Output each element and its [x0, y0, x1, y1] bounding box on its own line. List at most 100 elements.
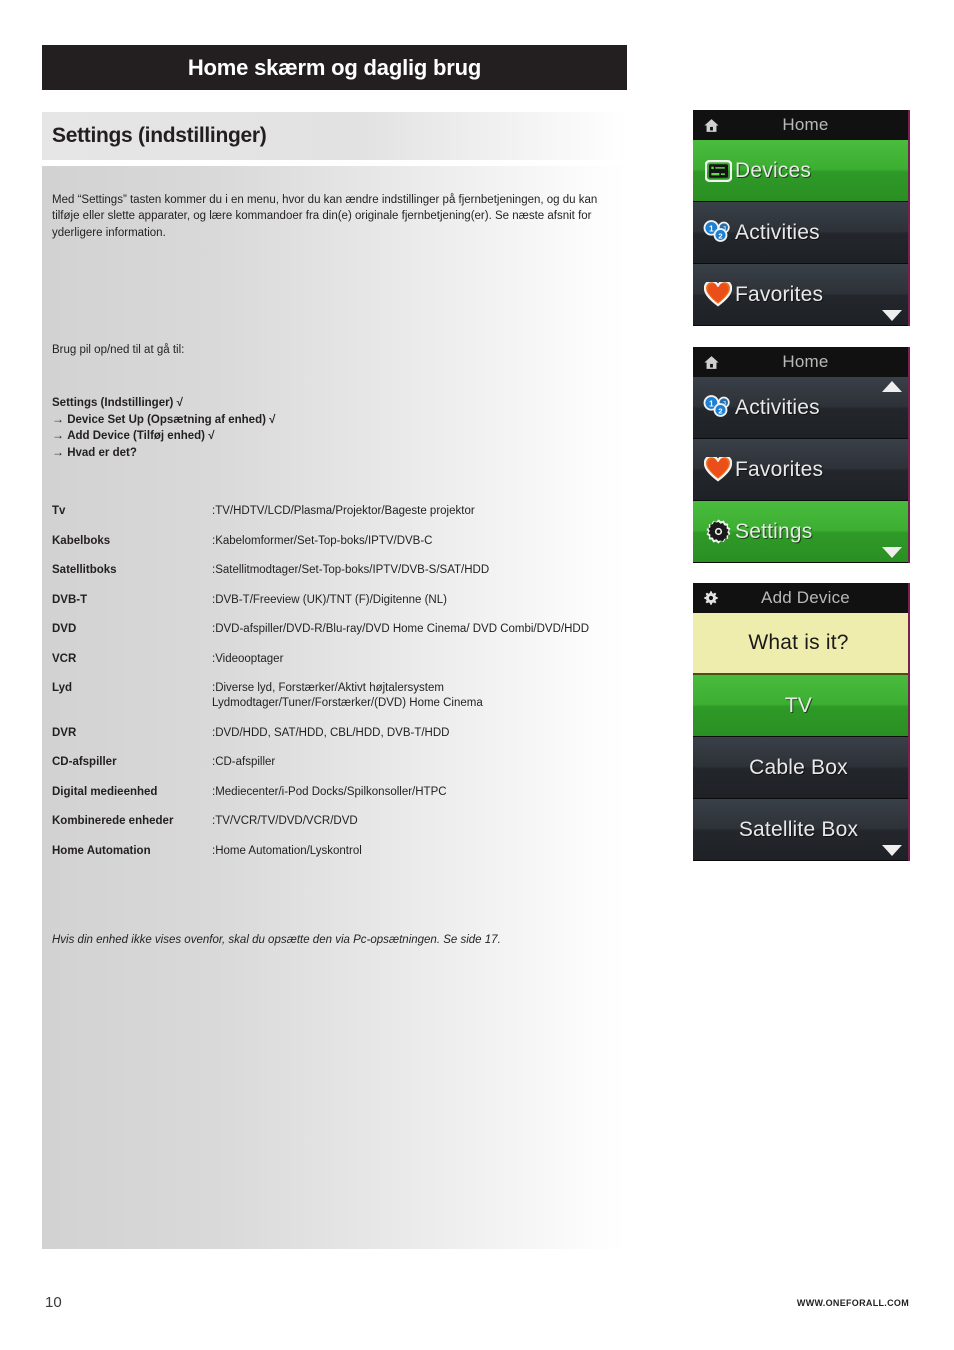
screen-menu-item[interactable]: What is it? — [693, 613, 908, 675]
screen-menu-item-label: Settings — [735, 519, 813, 543]
nav-step: → Hvad er det? — [52, 445, 275, 462]
screen-title: Home — [782, 352, 829, 371]
device-type-row: Kabelboks :Kabelomformer/Set-Top-boks/IPT… — [52, 534, 622, 549]
screen-menu-item[interactable]: 1 2 3 Activities — [693, 377, 908, 439]
screen-menu-item-label: What is it? — [748, 631, 849, 654]
intro-paragraph: Med “Settings” tasten kommer du i en men… — [52, 193, 598, 239]
device-type-name: DVB-T — [52, 593, 88, 606]
device-type-row: DVR :DVD/HDD, SAT/HDD, CBL/HDD, DVB-T/HDD — [52, 726, 622, 741]
home-icon — [702, 353, 720, 371]
svg-text:1: 1 — [709, 399, 714, 409]
device-type-description: :Diverse lyd, Forstærker/Aktivt højtaler… — [212, 682, 483, 709]
home-icon — [702, 116, 720, 134]
navigation-lead-text: Brug pil op/ned til at gå til: — [52, 344, 185, 356]
favorites-icon — [701, 282, 735, 307]
device-type-row: Satellitboks :Satellitmodtager/Set-Top-bo… — [52, 563, 622, 578]
device-type-name: VCR — [52, 652, 77, 665]
settings-icon — [705, 518, 732, 545]
nav-step-label: Hvad er det? — [67, 446, 137, 459]
nav-step-label: Add Device (Tilføj enhed) √ — [67, 430, 215, 442]
screen-menu-item[interactable]: Favorites — [693, 439, 908, 501]
device-type-row: Kombinerede enheder :TV/VCR/TV/DVD/VCR/DV… — [52, 814, 622, 829]
device-type-row: Digital medieenhed :Mediecenter/i-Pod Doc… — [52, 785, 622, 800]
nav-step-label: Settings (Indstillinger) √ — [52, 397, 183, 409]
page-title: Home skærm og daglig brug — [187, 54, 482, 80]
scroll-down-arrow-icon[interactable] — [882, 310, 902, 321]
screen-menu-item-label: Satellite Box — [738, 817, 859, 841]
section-heading-band: Settings (indstillinger) — [42, 112, 627, 160]
device-type-description: :TV/VCR/TV/DVD/VCR/DVD — [212, 815, 358, 827]
device-type-description: :DVB-T/Freeview (UK)/TNT (F)/Digitenne (… — [212, 593, 447, 606]
content-panel: Med “Settings” tasten kommer du i en men… — [42, 166, 627, 1249]
svg-text:2: 2 — [718, 406, 722, 415]
device-type-row: DVD :DVD-afspiller/DVD-R/Blu-ray/DVD Home… — [52, 622, 622, 637]
device-type-name: Kombinerede enheder — [52, 815, 174, 827]
scroll-down-arrow-icon[interactable] — [882, 845, 902, 856]
activities-icon: 123 — [701, 220, 735, 245]
device-type-row: CD-afspiller:CD-afspiller — [52, 755, 622, 770]
scroll-down-arrow-icon[interactable] — [882, 547, 902, 558]
screen-menu-item[interactable]: Cable Box — [693, 737, 908, 799]
device-type-row: Tv :TV/HDTV/LCD/Plasma/Projektor/Bageste … — [52, 504, 622, 519]
arrow-icon: → — [52, 411, 64, 426]
device-type-description: :TV/HDTV/LCD/Plasma/Projektor/Bageste pr… — [212, 505, 475, 517]
screen-menu-item-label: Favorites — [735, 457, 824, 481]
device-type-description: :Mediecenter/i-Pod Docks/Spilkonsoller/H… — [212, 785, 447, 798]
device-type-name: Kabelboks — [52, 534, 111, 547]
device-type-name: Tv — [52, 505, 66, 517]
device-type-row: Lyd :Diverse lyd, Forstærker/Aktivt højta… — [52, 681, 622, 711]
svg-text:3: 3 — [723, 401, 726, 407]
devices-icon — [701, 159, 735, 182]
page-number: 10 — [45, 1294, 62, 1311]
screen-menu-item-label: Favorites — [735, 282, 824, 306]
gear-icon — [702, 589, 720, 607]
device-type-row: Home Automation:Home Automation/Lyskontr… — [52, 844, 622, 859]
screen-titlebar: Home — [693, 347, 908, 377]
screen-titlebar: Add Device — [693, 583, 908, 613]
favorites-icon — [701, 457, 735, 482]
activities-icon: 123 — [703, 220, 733, 245]
screen-menu-item[interactable]: Satellite Box — [693, 799, 908, 861]
device-type-description: :DVD-afspiller/DVD-R/Blu-ray/DVD Home Ci… — [212, 623, 590, 635]
arrow-icon: → — [52, 444, 64, 459]
arrow-icon: → — [52, 428, 64, 442]
navigation-steps: Settings (Indstillinger) √ → Device Set … — [52, 395, 275, 461]
screen-menu-item-label: Activities — [735, 220, 820, 244]
screen-menu-item[interactable]: 1 2 3 Activities — [693, 202, 908, 264]
devices-icon — [704, 159, 732, 182]
screen-menu-item[interactable]: Favorites — [693, 264, 908, 326]
screen-titlebar: Home — [693, 110, 908, 140]
activities-icon: 123 — [701, 395, 735, 420]
settings-icon — [701, 518, 735, 545]
device-type-row: VCR:Videooptager — [52, 652, 622, 667]
screen-menu-item[interactable]: TV — [693, 675, 908, 737]
device-type-name: Satellitboks — [52, 564, 117, 576]
device-type-name: CD-afspiller — [52, 756, 117, 768]
nav-step: → Device Set Up (Opsætning af enhed) √ — [52, 412, 275, 429]
screen-menu-item-label: Devices — [735, 158, 812, 182]
svg-text:3: 3 — [723, 226, 726, 232]
nav-step: → Add Device (Tilføj enhed) √ — [52, 428, 275, 445]
nav-step-label: Device Set Up (Opsætning af enhed) √ — [67, 413, 276, 426]
device-type-name: DVD — [52, 623, 77, 635]
device-type-name: Lyd — [52, 682, 73, 694]
screen-menu-item[interactable]: Devices — [693, 140, 908, 202]
footnote-text: Hvis din enhed ikke vises ovenfor, skal … — [52, 934, 501, 946]
device-type-row: DVB-T :DVB-T/Freeview (UK)/TNT (F)/Digite… — [52, 593, 622, 608]
svg-text:1: 1 — [709, 224, 714, 234]
device-type-description: :Kabelomformer/Set-Top-boks/IPTV/DVB-C — [212, 534, 433, 547]
screen-menu-item-label: TV — [784, 693, 813, 717]
screen-menu-item-label: Activities — [735, 395, 820, 419]
screen-title: Add Device — [761, 588, 850, 607]
scroll-up-arrow-icon[interactable] — [882, 381, 902, 392]
home-icon — [703, 354, 720, 371]
remote-screen-home-devices: Home Devices 1 2 3 Activities Favorites — [693, 110, 910, 326]
device-type-name: Home Automation — [52, 844, 151, 857]
device-type-name: DVR — [52, 726, 77, 739]
screen-menu-item[interactable]: Settings — [693, 501, 908, 563]
device-type-description: :Satellitmodtager/Set-Top-boks/IPTV/DVB-… — [212, 564, 490, 576]
favorites-icon — [704, 282, 732, 307]
nav-step: Settings (Indstillinger) √ — [52, 395, 275, 412]
device-type-name: Digital medieenhed — [52, 785, 158, 798]
device-type-description: :DVD/HDD, SAT/HDD, CBL/HDD, DVB-T/HDD — [212, 726, 450, 739]
